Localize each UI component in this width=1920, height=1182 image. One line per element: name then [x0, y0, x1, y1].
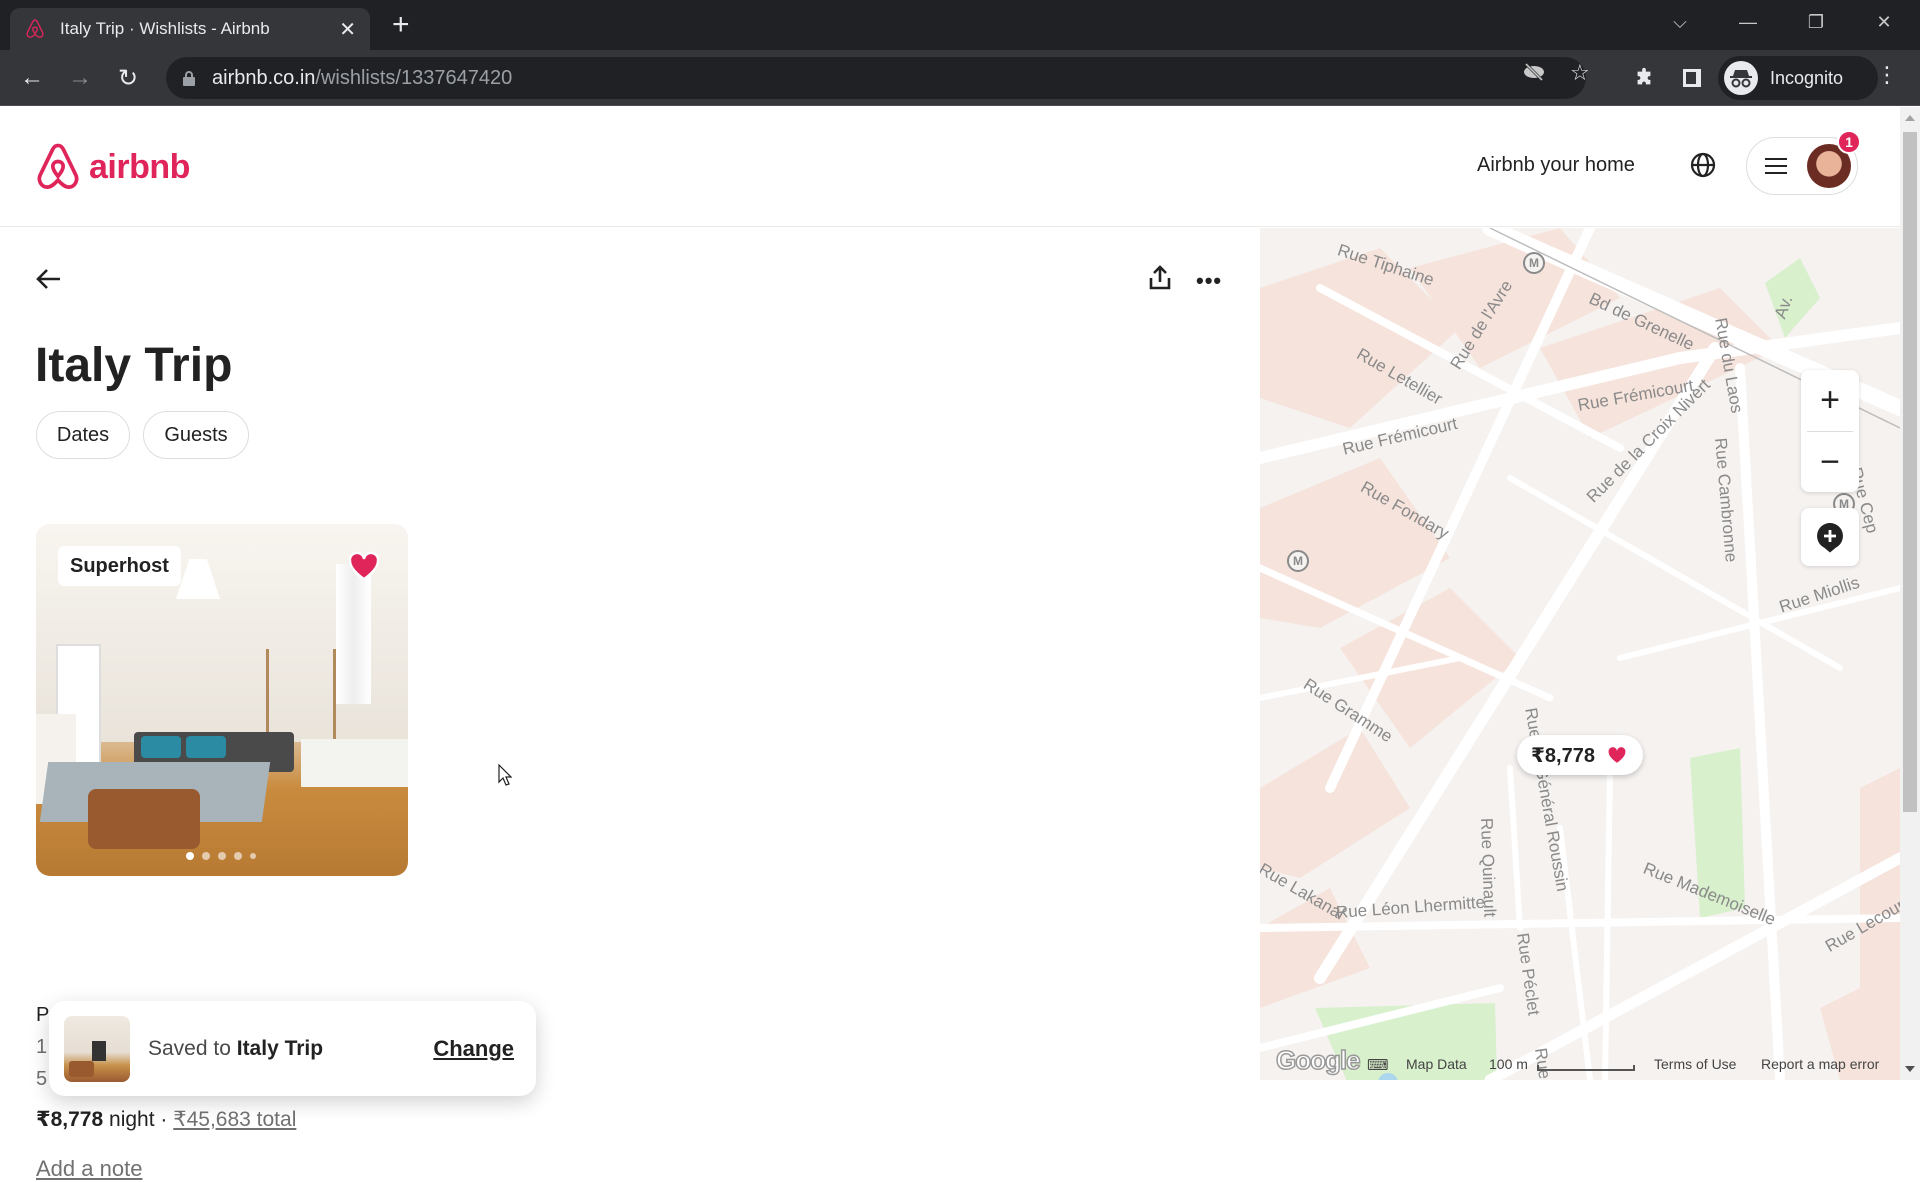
share-icon[interactable]: [1148, 264, 1172, 290]
carousel-dot[interactable]: [218, 852, 226, 860]
carousel-dot[interactable]: [250, 853, 256, 859]
extensions-puzzle-icon[interactable]: [1628, 62, 1660, 94]
toast-listing-thumbnail: [64, 1015, 130, 1082]
minimize-icon[interactable]: —: [1718, 0, 1778, 44]
photo-carousel-dots: [186, 852, 256, 860]
add-place-button[interactable]: [1801, 508, 1859, 566]
scroll-up-arrow[interactable]: [1905, 115, 1915, 121]
listing-card[interactable]: Superhost: [36, 524, 408, 876]
tab-search-icon[interactable]: ⌵: [1650, 0, 1710, 44]
toast-label: Saved to: [148, 1036, 237, 1060]
airbnb-belo-icon: [37, 143, 79, 189]
close-window-icon[interactable]: ✕: [1854, 0, 1914, 44]
back-arrow-icon[interactable]: [34, 265, 62, 293]
airbnb-your-home-link[interactable]: Airbnb your home: [1477, 154, 1635, 177]
change-wishlist-link[interactable]: Change: [433, 1036, 514, 1062]
bookmark-star-icon[interactable]: ☆: [1570, 60, 1590, 86]
dates-filter-button[interactable]: Dates: [36, 411, 130, 459]
price-separator: ·: [154, 1108, 174, 1131]
metro-station-icon[interactable]: M: [1523, 252, 1545, 274]
carousel-dot[interactable]: [202, 852, 210, 860]
map-zoom-controls: + −: [1801, 370, 1859, 492]
listing-price-pin[interactable]: ₹8,778: [1517, 735, 1643, 775]
more-options-icon[interactable]: •••: [1196, 268, 1222, 294]
add-pin-icon: [1817, 523, 1843, 553]
close-tab-icon[interactable]: ✕: [339, 17, 356, 42]
toast-message: Saved to Italy Trip: [148, 1037, 433, 1061]
tab-title: Italy Trip · Wishlists - Airbnb: [60, 19, 270, 38]
scrollbar-thumb[interactable]: [1903, 132, 1917, 812]
incognito-profile-button[interactable]: Incognito: [1718, 56, 1878, 100]
browser-toolbar: ← → ↻ airbnb.co.in /wishlists/1337647420…: [0, 50, 1920, 106]
nightly-price: ₹8,778: [36, 1108, 104, 1131]
profile-menu-button[interactable]: 1: [1746, 130, 1861, 195]
wishlist-title: Italy Trip: [35, 339, 233, 392]
price-unit: night: [109, 1108, 155, 1131]
url-host: airbnb.co.in: [212, 66, 316, 89]
google-logo[interactable]: Google: [1275, 1044, 1361, 1076]
terms-of-use-link[interactable]: Terms of Use: [1654, 1056, 1736, 1072]
airbnb-wordmark: airbnb: [89, 147, 190, 186]
saved-toast: Saved to Italy Trip Change: [49, 1001, 536, 1096]
airbnb-page: airbnb Airbnb your home 1 ••• Italy Trip…: [0, 107, 1900, 1181]
new-tab-button[interactable]: +: [392, 8, 410, 42]
browser-tab[interactable]: Italy Trip · Wishlists - Airbnb ✕: [10, 8, 370, 50]
map-panel[interactable]: Rue Tiphaine Bd de Grenelle Rue de l'Avr…: [1260, 228, 1900, 1080]
add-note-link[interactable]: Add a note: [36, 1156, 142, 1182]
url-path: /wishlists/1337647420: [315, 66, 513, 89]
zoom-in-icon[interactable]: +: [1801, 370, 1859, 431]
map-data-link[interactable]: Map Data: [1406, 1056, 1467, 1072]
incognito-icon: [1724, 61, 1758, 95]
toast-list-name: Italy Trip: [236, 1036, 324, 1060]
forward-nav-icon[interactable]: →: [64, 62, 96, 94]
globe-language-icon[interactable]: [1690, 152, 1716, 178]
listing-title-partial: P: [36, 1004, 50, 1026]
browser-tabstrip: Italy Trip · Wishlists - Airbnb ✕ + ⌵ — …: [0, 0, 1920, 50]
browser-menu-icon[interactable]: ⋮: [1876, 62, 1898, 88]
airbnb-favicon-icon: [26, 19, 44, 38]
lock-icon: [183, 71, 195, 86]
map-scale-bar: [1537, 1065, 1635, 1071]
reload-icon[interactable]: ↻: [112, 62, 144, 94]
address-bar[interactable]: airbnb.co.in /wishlists/1337647420: [166, 57, 1586, 99]
keyboard-shortcuts-icon[interactable]: ⌨: [1367, 1056, 1389, 1074]
listing-line-2-partial: 1: [36, 1036, 48, 1058]
site-header: airbnb Airbnb your home 1: [0, 107, 1900, 227]
guests-filter-button[interactable]: Guests: [143, 411, 249, 459]
tracking-blocked-eye-icon[interactable]: [1522, 60, 1546, 90]
wishlist-panel: ••• Italy Trip Dates Guests Superhost P …: [0, 228, 1260, 1181]
hamburger-menu-icon: [1765, 158, 1787, 174]
carousel-dot[interactable]: [234, 852, 242, 860]
restore-icon[interactable]: ❐: [1786, 0, 1846, 44]
report-map-error-link[interactable]: Report a map error: [1761, 1056, 1879, 1072]
total-price-link[interactable]: ₹45,683 total: [173, 1108, 296, 1131]
zoom-out-icon[interactable]: −: [1801, 432, 1859, 493]
superhost-badge: Superhost: [58, 546, 181, 586]
map-scale-label[interactable]: 100 m: [1489, 1056, 1528, 1072]
page-scrollbar[interactable]: [1900, 107, 1920, 1080]
incognito-label: Incognito: [1770, 67, 1844, 88]
pin-heart-icon: [1608, 747, 1626, 763]
listing-price-line: ₹8,778 night · ₹45,683 total: [36, 1107, 296, 1132]
saved-heart-icon[interactable]: [348, 551, 380, 581]
pin-price: ₹8,778: [1531, 744, 1595, 767]
side-panel-icon[interactable]: [1676, 62, 1708, 94]
metro-station-icon[interactable]: M: [1287, 550, 1309, 572]
mouse-cursor-icon: [498, 764, 512, 786]
back-nav-icon[interactable]: ←: [16, 62, 48, 94]
airbnb-logo[interactable]: airbnb: [35, 142, 190, 192]
scroll-down-arrow[interactable]: [1905, 1066, 1915, 1072]
carousel-dot[interactable]: [186, 852, 194, 860]
notification-badge: 1: [1837, 130, 1861, 154]
